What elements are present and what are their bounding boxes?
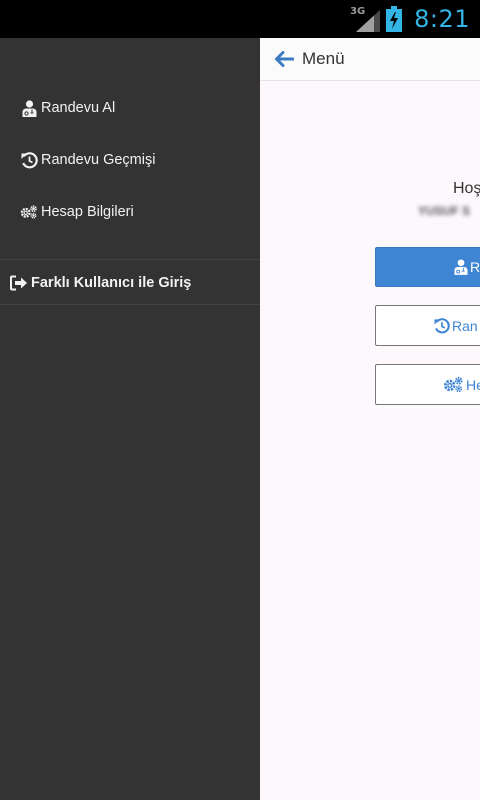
- gears-icon: [443, 376, 464, 393]
- drawer-item-randevu-gecmisi[interactable]: Randevu Geçmişi: [0, 140, 260, 180]
- main-panel: Menü Hoş YUSUF S R Ran H: [260, 38, 480, 800]
- drawer-divider: [0, 259, 260, 260]
- gears-icon: [20, 203, 38, 221]
- drawer-item-label: Randevu Geçmişi: [41, 152, 156, 168]
- button-label: R: [470, 259, 480, 275]
- drawer-item-label: Farklı Kullanıcı ile Giriş: [31, 275, 192, 291]
- battery-charging-icon: [386, 6, 403, 32]
- signal-icon: [356, 10, 381, 32]
- button-label: He: [466, 376, 480, 393]
- drawer-item-label: Hesap Bilgileri: [41, 204, 134, 220]
- randevu-al-button[interactable]: R: [375, 247, 480, 287]
- sign-out-icon: [10, 274, 28, 292]
- greeting-text: Hoş: [453, 180, 480, 197]
- navigation-drawer: Randevu Al Randevu Geçmişi Hesap Bilgile: [0, 38, 260, 800]
- button-label: Ran: [452, 317, 478, 334]
- status-bar: 3G 8:21: [0, 0, 480, 38]
- network-indicator: 3G: [350, 4, 381, 34]
- drawer-item-hesap-bilgileri[interactable]: Hesap Bilgileri: [0, 192, 260, 232]
- hesap-bilgileri-button[interactable]: He: [375, 364, 480, 405]
- status-icons: 3G 8:21: [350, 0, 470, 38]
- clock: 8:21: [414, 5, 470, 33]
- history-icon: [20, 151, 38, 169]
- drawer-item-label: Randevu Al: [41, 100, 116, 116]
- doctor-icon: [20, 99, 38, 117]
- doctor-icon: [454, 259, 468, 275]
- drawer-divider: [0, 304, 260, 305]
- back-button[interactable]: [266, 38, 302, 81]
- action-bar-title: Menü: [302, 49, 345, 68]
- username-text: YUSUF S: [418, 204, 471, 218]
- arrow-left-icon: [275, 51, 294, 67]
- action-bar: Menü: [260, 38, 480, 81]
- drawer-item-randevu-al[interactable]: Randevu Al: [0, 88, 260, 128]
- randevu-gecmisi-button[interactable]: Ran: [375, 305, 480, 346]
- history-icon: [434, 317, 450, 334]
- drawer-item-logout[interactable]: Farklı Kullanıcı ile Giriş: [0, 263, 260, 303]
